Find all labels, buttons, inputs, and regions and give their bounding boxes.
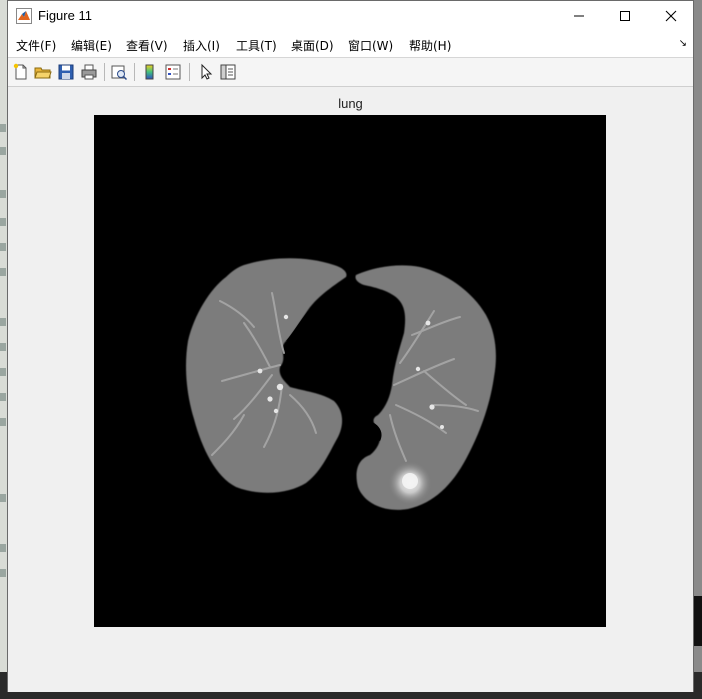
- close-icon: [665, 10, 677, 22]
- menu-insert[interactable]: 插入(I): [183, 37, 220, 54]
- toolbar-separator: [189, 63, 190, 81]
- axes-title: lung: [338, 96, 363, 111]
- select-arrow-icon[interactable]: [196, 62, 216, 82]
- figure-toolbar: [8, 58, 693, 87]
- desktop-background-right: [694, 596, 702, 646]
- menu-window[interactable]: 窗口(W): [348, 37, 393, 54]
- window-title: Figure 11: [38, 8, 92, 23]
- figure-canvas[interactable]: lung: [8, 87, 693, 692]
- property-inspector-icon[interactable]: [218, 62, 238, 82]
- colorbar-icon[interactable]: [140, 62, 160, 82]
- menu-overflow-icon[interactable]: ↘: [679, 38, 687, 49]
- menu-tools[interactable]: 工具(T): [236, 37, 277, 54]
- maximize-button[interactable]: [602, 1, 648, 31]
- menu-view[interactable]: 查看(V): [126, 37, 168, 54]
- menu-edit[interactable]: 编辑(E): [71, 37, 112, 54]
- minimize-icon: [574, 15, 584, 17]
- menu-bar: 文件(F) 编辑(E) 查看(V) 插入(I) 工具(T) 桌面(D) 窗口(W…: [8, 31, 693, 58]
- image-axes[interactable]: [94, 115, 606, 627]
- save-icon[interactable]: [56, 62, 76, 82]
- open-file-icon[interactable]: [33, 62, 53, 82]
- close-button[interactable]: [648, 1, 694, 31]
- figure-window[interactable]: Figure 11 文件(F) 编辑(E) 查看(V) 插入(I) 工具(T) …: [7, 0, 694, 692]
- matlab-icon: [16, 8, 32, 24]
- minimize-button[interactable]: [556, 1, 602, 31]
- menu-help[interactable]: 帮助(H): [409, 37, 451, 54]
- toolbar-separator: [134, 63, 135, 81]
- print-preview-icon[interactable]: [109, 62, 129, 82]
- toolbar-separator: [104, 63, 105, 81]
- maximize-icon: [620, 11, 630, 21]
- print-icon[interactable]: [79, 62, 99, 82]
- title-bar[interactable]: Figure 11: [8, 1, 693, 31]
- lung-ct-image: [94, 115, 606, 627]
- legend-icon[interactable]: [163, 62, 183, 82]
- menu-desktop[interactable]: 桌面(D): [291, 37, 334, 54]
- new-figure-icon[interactable]: [11, 62, 31, 82]
- menu-file[interactable]: 文件(F): [16, 37, 56, 54]
